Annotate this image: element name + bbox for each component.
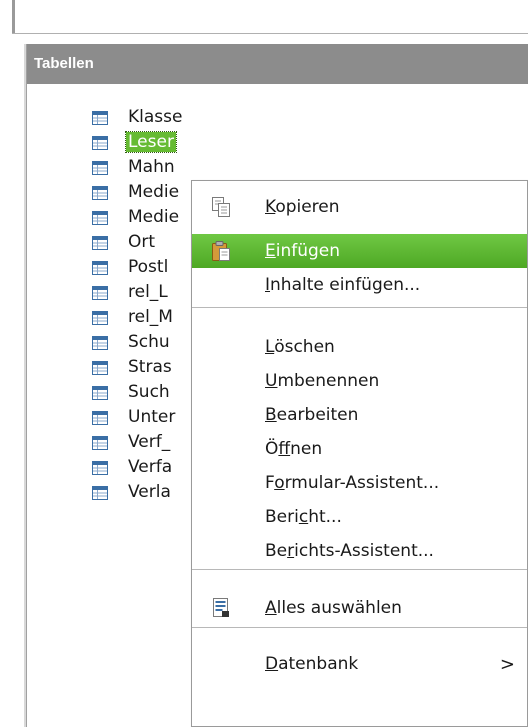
menu-item-label: Löschen (265, 337, 335, 357)
table-row[interactable]: Unter (92, 404, 175, 430)
table-icon (92, 435, 108, 450)
table-icon (92, 110, 108, 125)
table-row[interactable]: Leser (92, 129, 177, 155)
table-label: Such (128, 382, 170, 402)
table-label: Verla (128, 482, 171, 502)
table-icon (92, 335, 108, 350)
select-all-icon (210, 597, 232, 619)
table-icon (92, 310, 108, 325)
table-row[interactable]: Stras (92, 354, 172, 380)
table-row[interactable]: Medie (92, 204, 179, 230)
table-icon (92, 135, 108, 150)
table-label: Ort (128, 232, 156, 252)
table-icon (92, 210, 108, 225)
menu-item-form-wizard[interactable]: Formular-Assistent... (192, 466, 527, 500)
frame-line-vertical (12, 0, 15, 34)
menu-item-edit[interactable]: Bearbeiten (192, 398, 527, 432)
menu-item-label: Bericht... (265, 507, 342, 527)
table-icon (92, 360, 108, 375)
table-row[interactable]: Verla (92, 479, 171, 505)
menu-item-open[interactable]: Öffnen (192, 432, 527, 466)
table-label: Medie (128, 182, 180, 202)
menu-item-label: Bearbeiten (265, 405, 359, 425)
table-icon (92, 260, 108, 275)
table-row[interactable]: rel_L (92, 279, 168, 305)
table-row[interactable]: Postl (92, 254, 168, 280)
top-frame (0, 0, 528, 44)
table-icon (92, 235, 108, 250)
table-row[interactable]: Verfa (92, 454, 172, 480)
context-menu: Kopieren Einfügen Inhalte einfügen... Lösch… (191, 180, 528, 727)
menu-item-paste[interactable]: Einfügen (192, 234, 527, 268)
table-icon (92, 285, 108, 300)
table-label: rel_M (128, 307, 173, 327)
menu-item-label: Öffnen (265, 439, 323, 459)
menu-item-label: Kopieren (265, 197, 340, 217)
table-label: Unter (128, 407, 176, 427)
menu-item-rename[interactable]: Umbenennen (192, 364, 527, 398)
table-row[interactable]: Verf_ (92, 429, 170, 455)
menu-item-copy[interactable]: Kopieren (192, 190, 527, 224)
menu-item-delete[interactable]: Löschen (192, 330, 527, 364)
table-label: Stras (128, 357, 172, 377)
table-row[interactable]: Ort (92, 229, 155, 255)
menu-item-label: Inhalte einfügen... (265, 275, 421, 295)
menu-item-report-wizard[interactable]: Berichts-Assistent... (192, 534, 527, 568)
menu-item-label: Umbenennen (265, 371, 380, 391)
panel-header: Tabellen (27, 44, 528, 84)
table-label: Leser (125, 131, 177, 153)
table-icon (92, 485, 108, 500)
menu-item-database[interactable]: Datenbank > (192, 647, 527, 681)
table-label: Verfa (128, 457, 173, 477)
table-row[interactable]: Schu (92, 329, 170, 355)
table-row[interactable]: Mahn (92, 154, 175, 180)
table-icon (92, 160, 108, 175)
table-icon (92, 410, 108, 425)
table-label: Verf_ (128, 432, 171, 452)
table-icon (92, 185, 108, 200)
table-row[interactable]: Such (92, 379, 170, 405)
menu-item-label: Alles auswählen (265, 598, 402, 618)
copy-icon (210, 196, 232, 218)
paste-icon (210, 240, 232, 262)
table-icon (92, 385, 108, 400)
table-label: Mahn (128, 157, 175, 177)
menu-item-label: Formular-Assistent... (265, 473, 440, 493)
table-label: Medie (128, 207, 180, 227)
table-row[interactable]: Klasse (92, 104, 182, 130)
table-label: Schu (128, 332, 170, 352)
table-label: rel_L (128, 282, 168, 302)
menu-item-report[interactable]: Bericht... (192, 500, 527, 534)
menu-item-label: Berichts-Assistent... (265, 541, 434, 561)
menu-item-label: Datenbank (265, 654, 359, 674)
menu-item-select-all[interactable]: Alles auswählen (192, 591, 527, 625)
table-row[interactable]: Medie (92, 179, 179, 205)
frame-line-horizontal (12, 33, 528, 34)
menu-separator (192, 307, 527, 308)
menu-separator (192, 569, 527, 570)
menu-item-label: Einfügen (265, 241, 341, 261)
menu-separator (192, 627, 527, 628)
chevron-right-icon: > (499, 653, 515, 675)
table-label: Postl (128, 257, 169, 277)
table-row[interactable]: rel_M (92, 304, 173, 330)
menu-item-paste-special[interactable]: Inhalte einfügen... (192, 268, 527, 302)
table-icon (92, 460, 108, 475)
table-label: Klasse (128, 107, 183, 127)
